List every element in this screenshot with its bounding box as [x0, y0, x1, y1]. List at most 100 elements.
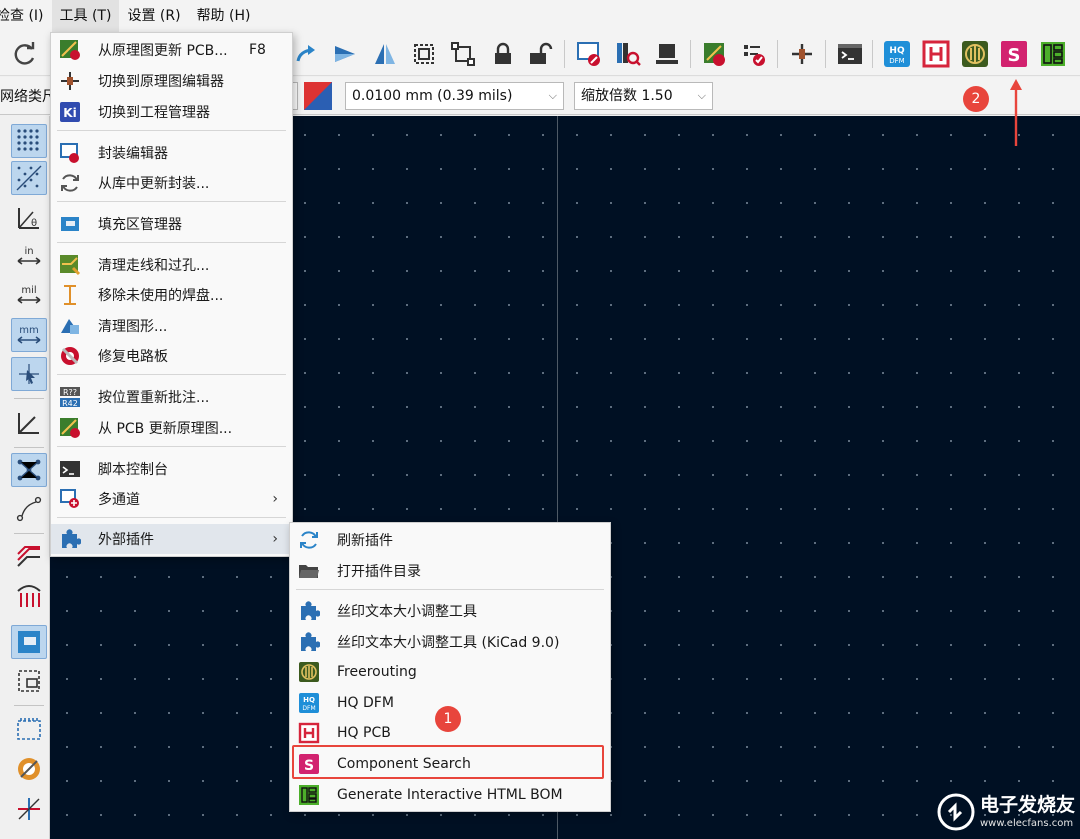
cleanup-graphics-icon [59, 315, 81, 337]
units-inch-icon[interactable]: in [11, 240, 47, 274]
menu-reannotate[interactable]: R?? R42 按位置重新批注... [51, 382, 292, 412]
grid-select[interactable]: 0.0100 mm (0.39 mils) ⌵ [345, 82, 564, 110]
update-pcb-icon[interactable] [698, 37, 732, 71]
menu-ibom[interactable]: Generate Interactive HTML BOM [290, 780, 610, 810]
footprint-outline-icon[interactable] [11, 713, 47, 747]
mirror-h-icon[interactable] [328, 37, 362, 71]
menu-item-label: 清理图形... [98, 319, 168, 335]
tracks-icon[interactable] [11, 539, 47, 573]
schematic-icon [59, 70, 81, 92]
footprint-editor-icon[interactable] [572, 37, 606, 71]
menu-external-plugins[interactable]: 外部插件 › [51, 524, 292, 554]
svg-text:θ: θ [31, 218, 37, 229]
menu-repair-board[interactable]: 修复电路板 [51, 341, 292, 371]
unlock-icon[interactable] [523, 37, 557, 71]
polar-coords-icon[interactable]: θ [11, 201, 47, 235]
plugin-icon [298, 631, 320, 653]
menu-item-label: 填充区管理器 [98, 217, 182, 233]
grid-dots-icon[interactable] [11, 124, 47, 158]
menu-update-schematic[interactable]: 从 PCB 更新原理图... [51, 413, 292, 443]
grid-overrides-icon[interactable] [11, 161, 47, 195]
svg-text:Ki: Ki [63, 106, 76, 120]
highcontrast-icon[interactable] [11, 752, 47, 786]
menu-switch-schematic[interactable]: 切换到原理图编辑器 [51, 66, 292, 96]
svg-text:in: in [24, 246, 33, 257]
menu-freerouting[interactable]: Freerouting [290, 657, 610, 687]
menu-item-label: HQ PCB [337, 725, 391, 741]
annotation-badge-2: 2 [963, 86, 989, 112]
units-mm-icon[interactable]: mm [11, 318, 47, 352]
menu-item-label: Freerouting [337, 664, 417, 680]
menu-cleanup-tracks[interactable]: 清理走线和过孔... [51, 250, 292, 280]
shortcut-label: F8 [249, 42, 266, 58]
angle-icon[interactable] [11, 406, 47, 440]
menu-update-pcb[interactable]: 从原理图更新 PCB... F8 [51, 35, 292, 65]
watermark-url: www.elecfans.com [980, 818, 1074, 829]
freerouting-icon[interactable] [958, 37, 992, 71]
menu-item-label: 脚本控制台 [98, 462, 168, 478]
annotation-badge-1: 1 [435, 706, 461, 732]
menu-inspect[interactable]: 检查 (I) [0, 0, 52, 32]
hq-pcb-icon [298, 722, 320, 744]
menu-item-label: 封装编辑器 [98, 146, 168, 162]
drc-icon[interactable] [737, 37, 771, 71]
curved-ratsnest-icon[interactable] [11, 492, 47, 526]
reannotate-icon: R?? R42 [59, 386, 81, 408]
hq-pcb-icon[interactable] [919, 37, 953, 71]
component-search-icon[interactable]: S [997, 37, 1031, 71]
menu-settings[interactable]: 设置 (R) [119, 0, 188, 32]
menu-item-label: 多通道 [98, 492, 140, 508]
svg-text:DFM: DFM [889, 57, 904, 65]
svg-text:DFM: DFM [302, 705, 315, 712]
menu-cleanup-graphics[interactable]: 清理图形... [51, 311, 292, 341]
netclass-label: 网络类尺 [0, 89, 56, 105]
net-highlight-icon[interactable] [11, 792, 47, 826]
ibom-icon[interactable] [1036, 37, 1070, 71]
menu-refresh-plugins[interactable]: 刷新插件 [290, 525, 610, 555]
menu-scripting-console[interactable]: 脚本控制台 [51, 454, 292, 484]
layer-color-icon[interactable] [302, 80, 334, 112]
schematic-icon[interactable] [785, 37, 819, 71]
menu-help[interactable]: 帮助 (H) [189, 0, 259, 32]
menu-item-label: 打开插件目录 [337, 564, 421, 580]
menu-remove-pads[interactable]: 移除未使用的焊盘... [51, 280, 292, 310]
hq-dfm-icon[interactable]: HQ DFM [880, 37, 914, 71]
menu-item-label: Generate Interactive HTML BOM [337, 787, 563, 803]
chevron-down-icon: ⌵ [548, 89, 557, 102]
refresh-icon [298, 529, 320, 551]
3d-viewer-icon[interactable] [650, 37, 684, 71]
zoom-select[interactable]: 缩放倍数 1.50 ⌵ [574, 82, 713, 110]
zone-icon [59, 213, 81, 235]
menu-silk-resize-9[interactable]: 丝印文本大小调整工具 (KiCad 9.0) [290, 627, 610, 657]
menu-tools[interactable]: 工具 (T) [51, 0, 120, 32]
zone-outline-icon[interactable] [11, 664, 47, 698]
units-mil-icon[interactable]: mil [11, 279, 47, 313]
menu-open-plugin-dir[interactable]: 打开插件目录 [290, 556, 610, 586]
group-icon[interactable] [407, 37, 441, 71]
menu-item-label: 丝印文本大小调整工具 (KiCad 9.0) [337, 635, 560, 651]
pads-icon[interactable] [11, 578, 47, 612]
update-schematic-icon [59, 417, 81, 439]
menu-silk-resize[interactable]: 丝印文本大小调整工具 [290, 596, 610, 626]
ratsnest-icon[interactable] [11, 453, 47, 487]
menu-footprint-editor[interactable]: 封装编辑器 [51, 138, 292, 168]
lock-icon[interactable] [486, 37, 520, 71]
menu-update-footprints[interactable]: 从库中更新封装... [51, 168, 292, 198]
menu-item-label: 切换到工程管理器 [98, 105, 210, 121]
redo-icon[interactable] [8, 37, 42, 71]
mirror-v-icon[interactable] [368, 37, 402, 71]
zones-icon[interactable] [11, 625, 47, 659]
rotate-icon[interactable] [290, 37, 324, 71]
update-pcb-icon [59, 39, 81, 61]
menu-item-label: 修复电路板 [98, 349, 168, 365]
svg-text:R42: R42 [62, 399, 78, 408]
menu-zone-manager[interactable]: 填充区管理器 [51, 209, 292, 239]
ungroup-icon[interactable] [446, 37, 480, 71]
tools-menu: 从原理图更新 PCB... F8 切换到原理图编辑器 Ki 切换到工程管理器 封… [50, 32, 293, 557]
menu-switch-project[interactable]: Ki 切换到工程管理器 [51, 97, 292, 127]
menu-item-label: 从 PCB 更新原理图... [98, 421, 233, 437]
console-icon[interactable] [833, 37, 867, 71]
menu-multichannel[interactable]: 多通道 › [51, 484, 292, 514]
library-browser-icon[interactable] [611, 37, 645, 71]
cursor-icon[interactable] [11, 357, 47, 391]
